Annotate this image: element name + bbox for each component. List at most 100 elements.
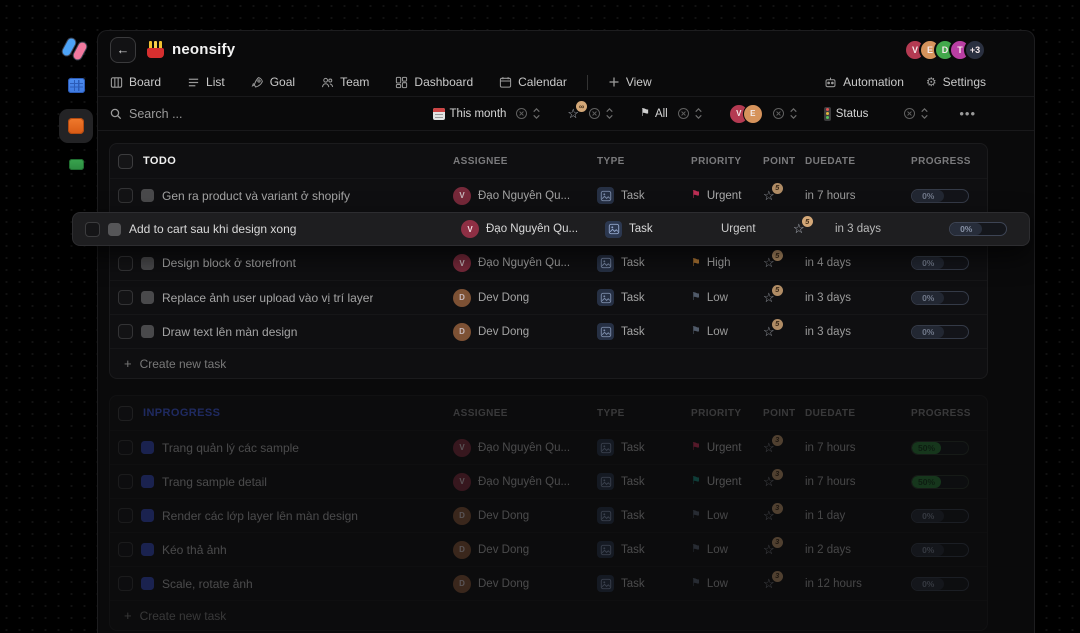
column-header-assignee[interactable]: ASSIGNEE [453,408,597,419]
task-title[interactable]: Add to cart sau khi design xong [129,222,296,236]
create-task-button[interactable]: + Create new task [110,600,987,630]
automation-button[interactable]: Automation [824,75,904,89]
task-type-image-icon [597,541,614,558]
task-title[interactable]: Trang quản lý các sample [162,441,299,455]
row-checkbox[interactable] [118,440,133,455]
row-checkbox[interactable] [118,576,133,591]
column-header-duedate[interactable]: DUEDATE [805,408,911,419]
filter-priority-chip[interactable]: ⚑ All [640,107,703,120]
task-title[interactable]: Gen ra product và variant ở shopify [162,189,350,203]
assignee-name: Đạo Nguyễn Qu... [478,476,570,488]
create-task-label: Create new task [140,609,227,623]
column-header-priority[interactable]: PRIORITY [691,156,763,167]
table-row[interactable]: Trang quản lý các sample V Đạo Nguyễn Qu… [110,430,987,464]
column-header-point[interactable]: POINT [763,156,805,167]
column-header-progress[interactable]: PROGRESS [911,408,979,419]
column-header-type[interactable]: TYPE [597,408,691,419]
sort-chevrons-icon[interactable] [789,107,798,120]
dock-item-active[interactable] [59,109,93,143]
sort-chevrons-icon[interactable] [920,107,929,120]
table-row[interactable]: Replace ảnh user upload vào vị trí layer… [110,280,987,314]
task-title[interactable]: Scale, rotate ảnh [162,577,253,591]
filter-point-chip[interactable]: ☆∞ [567,107,614,120]
dock-item-grid-icon[interactable] [68,78,85,93]
point-badge: 5 [772,285,783,296]
task-title[interactable]: Trang sample detail [162,475,267,489]
tab-list[interactable]: List [187,75,225,89]
column-header-progress[interactable]: PROGRESS [911,156,979,167]
sort-chevrons-icon[interactable] [605,107,614,120]
dashboard-icon [395,76,408,89]
filter-assignee-chip[interactable]: VE [729,104,798,124]
clear-filter-icon[interactable] [772,107,785,120]
tab-board[interactable]: Board [110,75,161,89]
row-checkbox[interactable] [118,188,133,203]
table-row[interactable]: Scale, rotate ảnh D Dev Dong Task ⚑ Low … [110,566,987,600]
priority-label: Urgent [707,190,742,202]
tab-dashboard[interactable]: Dashboard [395,75,473,89]
table-row[interactable]: Design block ở storefront V Đạo Nguyễn Q… [110,246,987,280]
workspace-dock [55,36,97,170]
point-star-icon: ☆3 [763,543,775,556]
section-checkbox[interactable] [118,154,133,169]
priority-label: High [707,257,731,269]
tab-goal[interactable]: Goal [251,75,295,89]
calendar-emoji-icon [433,108,445,120]
column-header-type[interactable]: TYPE [597,156,691,167]
row-checkbox[interactable] [118,508,133,523]
settings-button[interactable]: ⚙ Settings [926,75,986,89]
row-checkbox[interactable] [118,290,133,305]
column-header-duedate[interactable]: DUEDATE [805,156,911,167]
sort-chevrons-icon[interactable] [532,107,541,120]
add-view-button[interactable]: View [608,75,652,89]
task-title[interactable]: Replace ảnh user upload vào vị trí layer [162,291,373,305]
task-type-label: Task [621,544,645,556]
due-date: in 4 days [805,257,911,269]
table-row[interactable]: Render các lớp layer lên màn design D De… [110,498,987,532]
task-title[interactable]: Draw text lên màn design [162,325,297,339]
column-header-assignee[interactable]: ASSIGNEE [453,156,597,167]
search-input[interactable] [129,107,349,121]
row-checkbox[interactable] [85,222,100,237]
back-button[interactable]: ← [110,37,136,63]
column-header-point[interactable]: POINT [763,408,805,419]
create-task-button[interactable]: + Create new task [110,348,987,378]
row-checkbox[interactable] [118,256,133,271]
column-header-priority[interactable]: PRIORITY [691,408,763,419]
filter-avatar[interactable]: E [743,104,763,124]
assignee-name: Dev Dong [478,578,529,590]
task-title[interactable]: Kéo thả ảnh [162,543,227,557]
row-checkbox[interactable] [118,542,133,557]
more-filters-button[interactable]: ••• [959,106,976,121]
table-row[interactable]: Add to cart sau khi design xong V Đạo Ng… [72,212,1030,246]
search-box[interactable] [110,107,407,121]
table-row[interactable]: Gen ra product và variant ở shopify V Đạ… [110,178,987,212]
task-title[interactable]: Render các lớp layer lên màn design [162,509,358,523]
section-name[interactable]: TODO [143,155,176,167]
task-type-image-icon [597,507,614,524]
clear-filter-icon[interactable] [588,107,601,120]
row-checkbox[interactable] [118,474,133,489]
avatar[interactable]: +3 [964,39,986,61]
clear-filter-icon[interactable] [903,107,916,120]
priority-label: Urgent [707,442,742,454]
tab-team[interactable]: Team [321,75,369,89]
row-checkbox[interactable] [118,324,133,339]
filter-date-chip[interactable]: This month [433,107,542,120]
tab-calendar[interactable]: Calendar [499,75,567,89]
member-avatar-stack[interactable]: VEDT+3 [904,39,986,61]
table-row[interactable]: Kéo thả ảnh D Dev Dong Task ⚑ Low ☆3 in … [110,532,987,566]
section-checkbox[interactable] [118,406,133,421]
table-row[interactable]: Trang sample detail V Đạo Nguyễn Qu... T… [110,464,987,498]
section-name[interactable]: INPROGRESS [143,407,220,419]
dock-item-green-icon[interactable] [69,159,84,170]
task-type-image-icon [597,187,614,204]
app-logo[interactable] [61,36,91,62]
progress-value: 0% [912,257,944,269]
table-row[interactable]: Draw text lên màn design D Dev Dong Task… [110,314,987,348]
clear-filter-icon[interactable] [515,107,528,120]
clear-filter-icon[interactable] [677,107,690,120]
filter-status-chip[interactable]: Status [824,107,930,121]
task-title[interactable]: Design block ở storefront [162,256,296,270]
sort-chevrons-icon[interactable] [694,107,703,120]
